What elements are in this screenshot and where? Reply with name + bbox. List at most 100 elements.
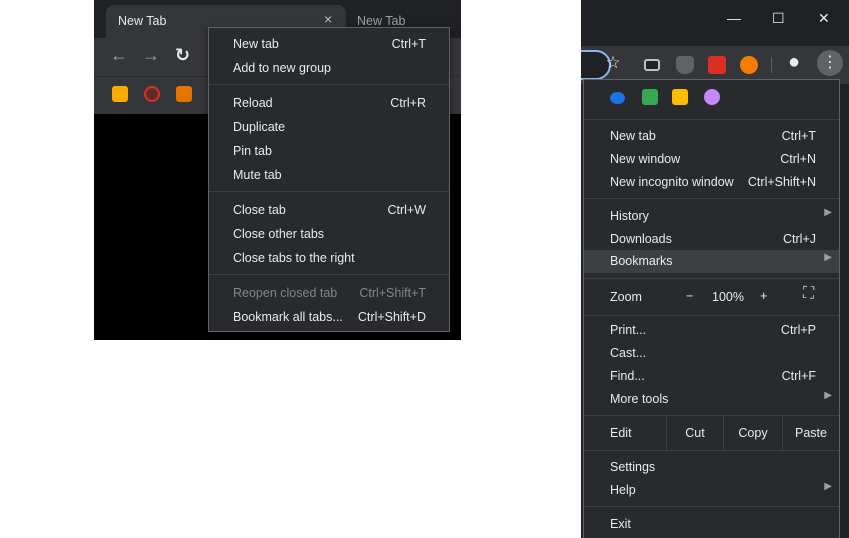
menu-item-help[interactable]: Help ▶ [584,479,839,502]
menu-item-shortcut: Ctrl+W [387,203,426,217]
menu-item-shortcut: Ctrl+Shift+N [747,175,816,189]
menu-item-pin-tab[interactable]: Pin tab [209,139,449,163]
menu-item-label: Add to new group [233,61,331,75]
ublock-shield-icon[interactable] [676,56,694,74]
bookmark-star-icon[interactable]: ☆ [604,54,622,72]
menu-item-shortcut: Ctrl+P [780,323,816,337]
menu-item-label: Help [610,483,636,497]
menu-item-new-tab[interactable]: New tab Ctrl+T [584,125,839,148]
chrome-main-menu: New tab Ctrl+T New window Ctrl+N New inc… [583,79,840,538]
menu-separator [584,278,839,279]
menu-item-shortcut: Ctrl+J [783,232,816,246]
minimize-icon[interactable]: — [727,10,741,26]
tab-title: New Tab [118,14,167,28]
zoom-in-button[interactable]: + [760,289,767,303]
menu-item-bookmarks[interactable]: Bookmarks ▶ [584,250,839,273]
menu-item-label: New tab [610,129,656,143]
profile-avatar-icon[interactable]: ● [785,52,803,72]
right-browser-window: — ☐ ✕ ☆ ● ⋮ New tab Ctrl+T New window Ct… [581,0,849,538]
submenu-arrow-icon: ▶ [824,481,832,492]
menu-item-reload[interactable]: Reload Ctrl+R [209,91,449,115]
maximize-icon[interactable]: ☐ [772,10,785,27]
menu-item-label: History [610,209,649,223]
menu-separator [209,84,449,85]
color-extension-icon[interactable] [642,89,658,105]
cut-button[interactable]: Cut [667,416,723,450]
chrome-menu-icon[interactable]: ⋮ [817,50,843,76]
menu-item-label: Edit [610,426,632,440]
menu-item-shortcut: Ctrl+F [781,369,816,383]
back-arrow-icon[interactable]: ← [110,45,128,66]
menu-item-label: Find... [610,369,645,383]
menu-item-zoom: Zoom − 100% + ⛶ [584,284,839,310]
menu-item-more-tools[interactable]: More tools ▶ [584,388,839,411]
menu-item-label: Close tab [233,203,286,217]
menu-item-new-tab[interactable]: New tab Ctrl+T [209,32,449,56]
submenu-arrow-icon: ▶ [824,207,832,218]
menu-item-label: Zoom [610,290,642,304]
orange-extension-icon[interactable] [740,56,758,74]
menu-item-label: New incognito window [610,175,734,189]
binoculars-extension-icon[interactable] [610,92,625,104]
menu-item-duplicate[interactable]: Duplicate [209,115,449,139]
menu-item-bookmark-all-tabs[interactable]: Bookmark all tabs... Ctrl+Shift+D [209,305,449,329]
close-window-icon[interactable]: ✕ [818,10,830,27]
menu-item-add-to-new-group[interactable]: Add to new group [209,56,449,80]
menu-item-settings[interactable]: Settings [584,456,839,479]
menu-item-new-window[interactable]: New window Ctrl+N [584,148,839,171]
play-extension-icon[interactable] [704,89,720,105]
camera-extension-icon[interactable] [112,86,128,102]
menu-item-label: Mute tab [233,168,282,182]
submenu-arrow-icon: ▶ [824,390,832,401]
menu-item-downloads[interactable]: Downloads Ctrl+J [584,228,839,251]
menu-item-mute-tab[interactable]: Mute tab [209,163,449,187]
menu-item-shortcut: Ctrl+Shift+T [359,286,426,300]
menu-item-print[interactable]: Print... Ctrl+P [584,319,839,342]
menu-item-cast[interactable]: Cast... [584,342,839,365]
menu-separator [584,119,839,120]
menu-item-label: More tools [610,392,669,406]
menu-item-exit[interactable]: Exit [584,513,839,536]
copy-button[interactable]: Copy [724,416,782,450]
menu-separator [584,506,839,507]
record-extension-icon[interactable] [144,86,160,102]
menu-item-label: Pin tab [233,144,272,158]
menu-item-find[interactable]: Find... Ctrl+F [584,365,839,388]
menu-item-close-other-tabs[interactable]: Close other tabs [209,222,449,246]
reload-icon[interactable]: ↻ [175,45,190,66]
menu-item-shortcut: Ctrl+N [780,152,816,166]
menu-item-label: Reload [233,96,273,110]
menu-item-new-incognito-window[interactable]: New incognito window Ctrl+Shift+N [584,171,839,194]
menu-item-label: Bookmark all tabs... [233,310,343,324]
menu-item-label: New tab [233,37,279,51]
paste-button[interactable]: Paste [783,416,839,450]
image-extension-icon[interactable] [176,86,192,102]
menu-item-label: Print... [610,323,647,337]
menu-item-edit: Edit Cut Copy Paste [584,416,839,450]
submenu-arrow-icon: ▶ [824,252,832,263]
tab-new-tab-inactive[interactable]: New Tab [357,14,405,28]
menu-item-close-tabs-to-right[interactable]: Close tabs to the right [209,246,449,270]
red-extension-icon[interactable] [708,56,726,74]
menu-item-shortcut: Ctrl+Shift+D [357,310,426,324]
menu-item-label: Downloads [610,232,672,246]
menu-separator [584,315,839,316]
tab-close-icon[interactable]: × [324,11,332,27]
zoom-out-button[interactable]: − [686,289,693,303]
menu-item-label: Reopen closed tab [233,286,338,300]
tab-context-menu: New tab Ctrl+T Add to new group Reload C… [208,27,450,332]
menu-separator [584,450,839,451]
menu-item-label: Exit [610,517,631,531]
toolbar-divider [771,57,772,73]
menu-separator [209,191,449,192]
menu-item-shortcut: Ctrl+T [781,129,816,143]
forward-arrow-icon[interactable]: → [142,45,160,66]
menu-item-close-tab[interactable]: Close tab Ctrl+W [209,198,449,222]
menu-item-history[interactable]: History ▶ [584,205,839,228]
image-editor-extension-icon[interactable] [672,89,688,105]
fullscreen-icon[interactable]: ⛶ [803,285,814,303]
zoom-level: 100% [712,290,744,304]
menu-item-label: Close tabs to the right [233,251,355,265]
picture-in-picture-icon[interactable] [644,59,660,71]
menu-item-label: Cast... [610,346,647,360]
